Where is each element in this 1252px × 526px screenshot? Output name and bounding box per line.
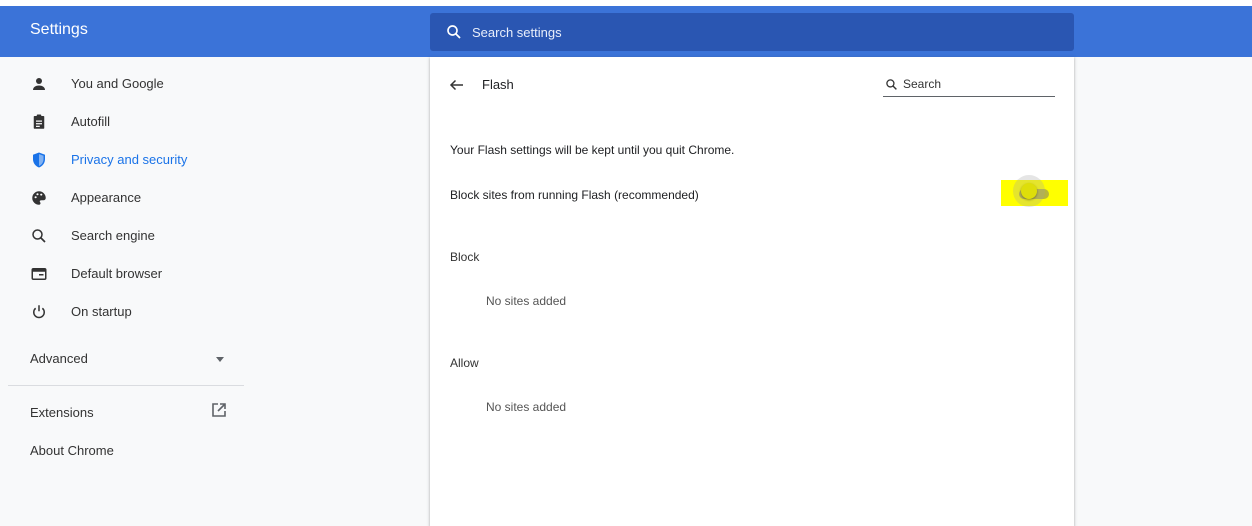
toggle-knob	[1021, 183, 1037, 199]
sidebar-item-privacy-and-security[interactable]: Privacy and security	[0, 142, 245, 178]
power-icon	[33, 305, 45, 319]
sidebar-item-label: Search engine	[71, 228, 155, 243]
app-title: Settings	[30, 21, 88, 38]
allow-empty-message: No sites added	[486, 400, 567, 414]
about-chrome-link[interactable]: About Chrome	[30, 443, 114, 458]
open-in-new-icon[interactable]	[211, 402, 227, 418]
search-icon	[447, 25, 461, 39]
browser-window-icon	[31, 268, 47, 280]
sidebar-item-label: You and Google	[71, 76, 164, 91]
subpage-search[interactable]	[883, 71, 1055, 97]
sidebar: You and Google Autofill Privacy and secu…	[0, 57, 245, 526]
sidebar-item-label: On startup	[71, 304, 132, 319]
page-title: Flash	[482, 77, 514, 92]
search-icon	[886, 79, 897, 90]
shield-icon	[33, 152, 45, 168]
flash-info-text: Your Flash settings will be kept until y…	[450, 143, 735, 157]
sidebar-item-on-startup[interactable]: On startup	[0, 294, 245, 330]
settings-search-input[interactable]	[472, 19, 1052, 45]
flash-settings-card: Flash Your Flash settings will be kept u…	[430, 57, 1074, 526]
sidebar-item-you-and-google[interactable]: You and Google	[0, 66, 245, 102]
sidebar-item-search-engine[interactable]: Search engine	[0, 218, 245, 254]
extensions-link[interactable]: Extensions	[30, 405, 94, 420]
advanced-toggle[interactable]: Advanced	[0, 344, 245, 374]
sidebar-item-label: Default browser	[71, 266, 163, 281]
person-icon	[33, 78, 45, 90]
app-header: Settings	[0, 6, 1252, 57]
sidebar-item-autofill[interactable]: Autofill	[0, 104, 245, 140]
sidebar-item-default-browser[interactable]: Default browser	[0, 256, 245, 292]
block-flash-toggle[interactable]	[1001, 175, 1068, 207]
sidebar-item-appearance[interactable]: Appearance	[0, 180, 245, 216]
palette-icon	[32, 191, 46, 205]
sidebar-item-label: Autofill	[71, 114, 111, 129]
block-empty-message: No sites added	[486, 294, 567, 308]
allow-section-heading: Allow	[450, 356, 479, 370]
block-flash-label: Block sites from running Flash (recommen…	[450, 188, 699, 202]
search-icon	[32, 229, 46, 243]
sidebar-item-label: Privacy and security	[71, 152, 188, 167]
subpage-search-input[interactable]	[903, 75, 1051, 93]
sidebar-divider	[8, 385, 244, 386]
advanced-label: Advanced	[30, 351, 88, 366]
clipboard-icon	[33, 114, 45, 129]
block-section-heading: Block	[450, 250, 480, 264]
back-arrow-icon[interactable]	[448, 76, 466, 94]
sidebar-item-label: Appearance	[71, 190, 142, 205]
chevron-down-icon	[216, 357, 224, 362]
settings-search-box[interactable]	[430, 13, 1074, 51]
